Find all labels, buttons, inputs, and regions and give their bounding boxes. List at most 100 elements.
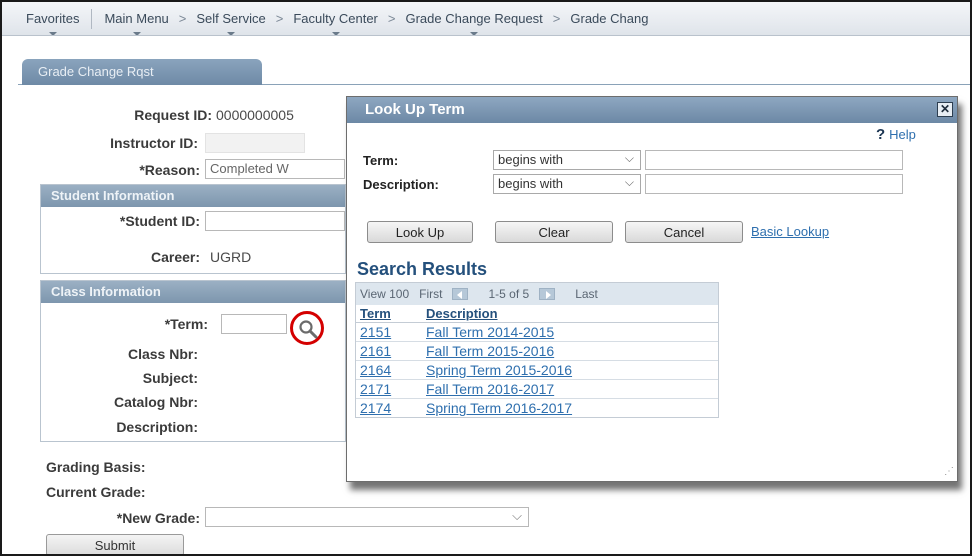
term-search-input[interactable] — [645, 150, 903, 170]
magnifier-search-icon — [299, 320, 318, 339]
nav-grade-change-request-label: Grade Change Request — [405, 11, 543, 26]
career-value: UGRD — [210, 249, 252, 265]
reason-label: *Reason: — [139, 162, 200, 178]
instructor-id-field — [205, 133, 305, 153]
dropdown-caret-icon — [331, 32, 340, 35]
table-row[interactable]: 2151 Fall Term 2014-2015 — [356, 322, 718, 342]
request-id-label: Request ID: — [134, 107, 212, 123]
chevron-down-icon: ⌵ — [512, 508, 522, 523]
nav-main-menu[interactable]: Main Menu — [96, 11, 176, 35]
search-results-grid: View 100 First 1-5 of 5 Last Term Descri… — [355, 282, 719, 418]
description-label: Description: — [116, 419, 198, 435]
chevron-down-icon: ⌵ — [624, 175, 634, 189]
tab-strip: Grade Change Rqst — [18, 57, 970, 85]
dropdown-caret-icon — [132, 32, 141, 35]
breadcrumb-separator: > — [178, 11, 187, 26]
description-operator-select[interactable]: begins with ⌵ — [493, 174, 641, 194]
table-row[interactable]: 2164 Spring Term 2015-2016 — [356, 360, 718, 380]
breadcrumb-separator: > — [275, 11, 284, 26]
table-row[interactable]: 2161 Fall Term 2015-2016 — [356, 341, 718, 361]
results-table: Term Description 2151 Fall Term 2014-201… — [356, 305, 718, 417]
dropdown-caret-icon — [227, 32, 236, 35]
grid-navigation: View 100 First 1-5 of 5 Last — [356, 283, 718, 305]
student-information-header: Student Information — [41, 185, 345, 207]
clear-button[interactable]: Clear — [495, 221, 613, 243]
app-frame: Favorites Main Menu > Self Service > Fac… — [0, 0, 972, 556]
close-icon[interactable]: ✕ — [937, 102, 953, 117]
cancel-button[interactable]: Cancel — [625, 221, 743, 243]
grading-basis-label: Grading Basis: — [46, 459, 146, 475]
help-label: Help — [889, 127, 916, 142]
class-information-header: Class Information — [41, 281, 345, 303]
nav-favorites-label: Favorites — [26, 11, 80, 26]
nav-favorites[interactable]: Favorites — [18, 11, 87, 35]
term-cell[interactable]: 2171 — [356, 379, 422, 399]
term-operator-select[interactable]: begins with ⌵ — [493, 150, 641, 170]
description-cell[interactable]: Fall Term 2016-2017 — [422, 379, 718, 399]
nav-self-service-label: Self Service — [196, 11, 266, 26]
resize-grip-icon[interactable]: ⋰ — [944, 466, 954, 477]
current-grade-label: Current Grade: — [46, 484, 146, 500]
description-search-input[interactable] — [645, 174, 903, 194]
subject-label: Subject: — [142, 370, 198, 386]
range-text: 1-5 of 5 — [488, 287, 530, 301]
reason-select[interactable]: Completed W — [205, 159, 345, 179]
term-cell[interactable]: 2174 — [356, 398, 422, 417]
description-cell[interactable]: Fall Term 2014-2015 — [422, 322, 718, 342]
modal-title: Look Up Term — [347, 97, 957, 123]
nav-divider — [91, 8, 93, 29]
top-navigation-bar: Favorites Main Menu > Self Service > Fac… — [2, 2, 970, 36]
breadcrumb-separator: > — [387, 11, 396, 26]
new-grade-label: *New Grade: — [116, 510, 200, 526]
submit-button[interactable]: Submit — [46, 534, 184, 554]
career-label: Career: — [150, 249, 200, 265]
term-lookup-button[interactable] — [290, 311, 324, 345]
nav-main-menu-label: Main Menu — [104, 11, 169, 26]
last-link[interactable]: Last — [575, 287, 598, 301]
description-operator-value: begins with — [498, 176, 564, 191]
look-up-button[interactable]: Look Up — [367, 221, 473, 243]
term-cell[interactable]: 2151 — [356, 322, 422, 342]
lookup-term-label: Term: — [363, 153, 399, 168]
term-operator-value: begins with — [498, 152, 564, 167]
description-cell[interactable]: Spring Term 2015-2016 — [422, 360, 718, 380]
previous-arrow-icon[interactable] — [452, 288, 469, 300]
nav-faculty-center-label: Faculty Center — [293, 11, 378, 26]
column-header-term[interactable]: Term — [356, 305, 422, 323]
description-cell[interactable]: Fall Term 2015-2016 — [422, 341, 718, 361]
next-arrow-icon[interactable] — [539, 288, 556, 300]
tab-grade-change-rqst[interactable]: Grade Change Rqst — [22, 59, 262, 85]
nav-grade-change[interactable]: Grade Chang — [562, 11, 656, 26]
table-row[interactable]: 2171 Fall Term 2016-2017 — [356, 379, 718, 399]
lookup-term-modal: Look Up Term ✕ ? Help Term: begins with ⌵… — [346, 96, 958, 482]
term-input[interactable] — [221, 314, 287, 334]
table-header-row: Term Description — [356, 305, 718, 323]
new-grade-select[interactable]: ⌵ — [205, 507, 529, 527]
chevron-down-icon: ⌵ — [624, 151, 634, 165]
lookup-description-label: Description: — [363, 177, 439, 192]
student-id-label: *Student ID: — [119, 213, 200, 229]
help-question-icon: ? — [876, 126, 886, 143]
search-results-title: Search Results — [357, 259, 488, 279]
term-cell[interactable]: 2164 — [356, 360, 422, 380]
request-id-value: 0000000005 — [216, 107, 294, 123]
table-row[interactable]: 2174 Spring Term 2016-2017 — [356, 398, 718, 417]
dropdown-caret-icon — [48, 32, 57, 35]
nav-grade-change-label: Grade Chang — [570, 11, 649, 26]
help-link[interactable]: ? Help — [876, 126, 916, 143]
class-nbr-label: Class Nbr: — [127, 346, 198, 362]
student-id-input[interactable] — [205, 211, 345, 231]
breadcrumb-separator: > — [552, 11, 561, 26]
view-100-link[interactable]: View 100 — [360, 287, 409, 301]
first-link[interactable]: First — [419, 287, 442, 301]
term-cell[interactable]: 2161 — [356, 341, 422, 361]
term-label: *Term: — [164, 316, 208, 332]
column-header-description[interactable]: Description — [422, 305, 718, 323]
nav-self-service[interactable]: Self Service — [188, 11, 273, 35]
description-cell[interactable]: Spring Term 2016-2017 — [422, 398, 718, 417]
nav-faculty-center[interactable]: Faculty Center — [285, 11, 386, 35]
catalog-nbr-label: Catalog Nbr: — [114, 394, 198, 410]
instructor-id-label: Instructor ID: — [110, 135, 198, 151]
basic-lookup-link[interactable]: Basic Lookup — [751, 224, 829, 239]
nav-grade-change-request[interactable]: Grade Change Request — [397, 11, 550, 35]
